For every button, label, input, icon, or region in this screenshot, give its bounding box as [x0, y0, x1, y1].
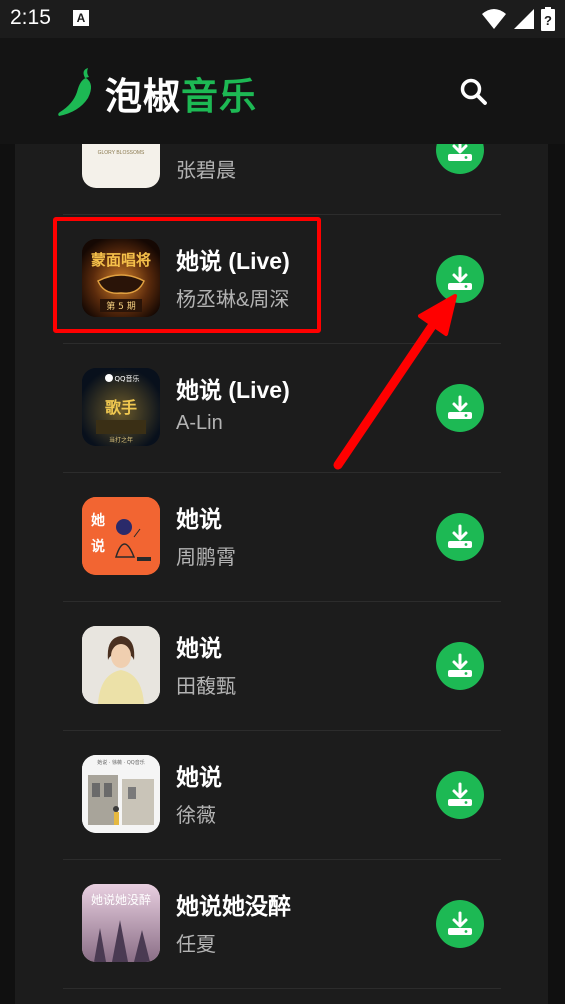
download-button[interactable] — [436, 513, 484, 561]
wifi-icon — [482, 9, 506, 29]
song-artist: 田馥甄 — [176, 676, 236, 698]
app-bar: 泡椒音乐 — [0, 38, 565, 144]
svg-text:当打之年: 当打之年 — [109, 436, 133, 444]
signal-icon — [514, 9, 534, 29]
song-item[interactable]: 她说 田馥甄 — [63, 601, 501, 731]
notification-icon: A — [73, 10, 89, 26]
download-icon — [448, 911, 472, 935]
svg-text:歌手: 歌手 — [105, 398, 137, 417]
chili-pepper-icon — [58, 68, 92, 116]
album-cover: 她说 · 徐薇 · QQ音乐 — [82, 755, 160, 833]
song-artist: 徐薇 — [176, 805, 216, 827]
download-button[interactable] — [436, 384, 484, 432]
svg-text:GLORY BLOSSOMS: GLORY BLOSSOMS — [98, 150, 145, 156]
album-cover: 她说她没醉 — [82, 884, 160, 962]
battery-icon: ? — [541, 7, 555, 31]
search-button[interactable] — [458, 76, 490, 108]
album-cover: QQ音乐 歌手 当打之年 — [82, 368, 160, 446]
song-title: 她说 (Live) — [176, 377, 290, 403]
app-logo: 泡椒音乐 — [55, 66, 257, 120]
album-cover: 她 说 — [82, 497, 160, 575]
search-icon — [460, 78, 487, 105]
app-title-part1: 泡椒 — [105, 75, 181, 118]
download-icon — [448, 395, 472, 419]
svg-text:?: ? — [544, 13, 552, 28]
song-artist: 任夏 — [176, 934, 216, 956]
status-bar: 2:15 A ? — [0, 0, 565, 38]
svg-text:说: 说 — [91, 538, 105, 555]
highlight-box — [53, 217, 321, 333]
song-artist: 周鹏霄 — [176, 547, 236, 569]
song-artist: A-Lin — [176, 412, 223, 434]
song-title: 她说 — [176, 635, 222, 661]
download-icon — [448, 144, 472, 161]
download-icon — [448, 266, 472, 290]
svg-text:她说她没醉: 她说她没醉 — [91, 892, 151, 907]
download-icon — [448, 782, 472, 806]
song-artist: 张碧晨 — [176, 160, 236, 182]
app-title: 泡椒音乐 — [105, 66, 257, 120]
song-item[interactable]: 她 说 她说 周鹏霄 — [63, 472, 501, 602]
download-icon — [448, 653, 472, 677]
album-cover: 光荣绽放 GLORY BLOSSOMS — [82, 144, 160, 188]
song-title: 她说 — [176, 764, 222, 790]
svg-text:她: 她 — [91, 512, 105, 529]
download-button[interactable] — [436, 144, 484, 174]
download-button[interactable] — [436, 771, 484, 819]
download-button[interactable] — [436, 642, 484, 690]
status-time: 2:15 — [10, 6, 51, 29]
download-button[interactable] — [436, 255, 484, 303]
song-title: 她说她没醉 — [176, 893, 291, 919]
svg-text:她说 · 徐薇 · QQ音乐: 她说 · 徐薇 · QQ音乐 — [97, 759, 144, 766]
song-item[interactable]: QQ音乐 歌手 当打之年 她说 (Live) A-Lin — [63, 343, 501, 473]
download-button[interactable] — [436, 900, 484, 948]
song-item[interactable]: 她说 · 徐薇 · QQ音乐 她说 徐薇 — [63, 730, 501, 860]
album-cover — [82, 626, 160, 704]
svg-text:QQ音乐: QQ音乐 — [114, 374, 139, 383]
status-icons: ? — [481, 7, 555, 31]
app-title-part2: 音乐 — [181, 75, 257, 118]
song-title: 她说 — [176, 506, 222, 532]
song-item[interactable]: 光荣绽放 GLORY BLOSSOMS 张碧晨 — [63, 144, 501, 215]
download-icon — [448, 524, 472, 548]
song-item[interactable]: 她说她没醉 她说她没醉 任夏 — [63, 859, 501, 989]
